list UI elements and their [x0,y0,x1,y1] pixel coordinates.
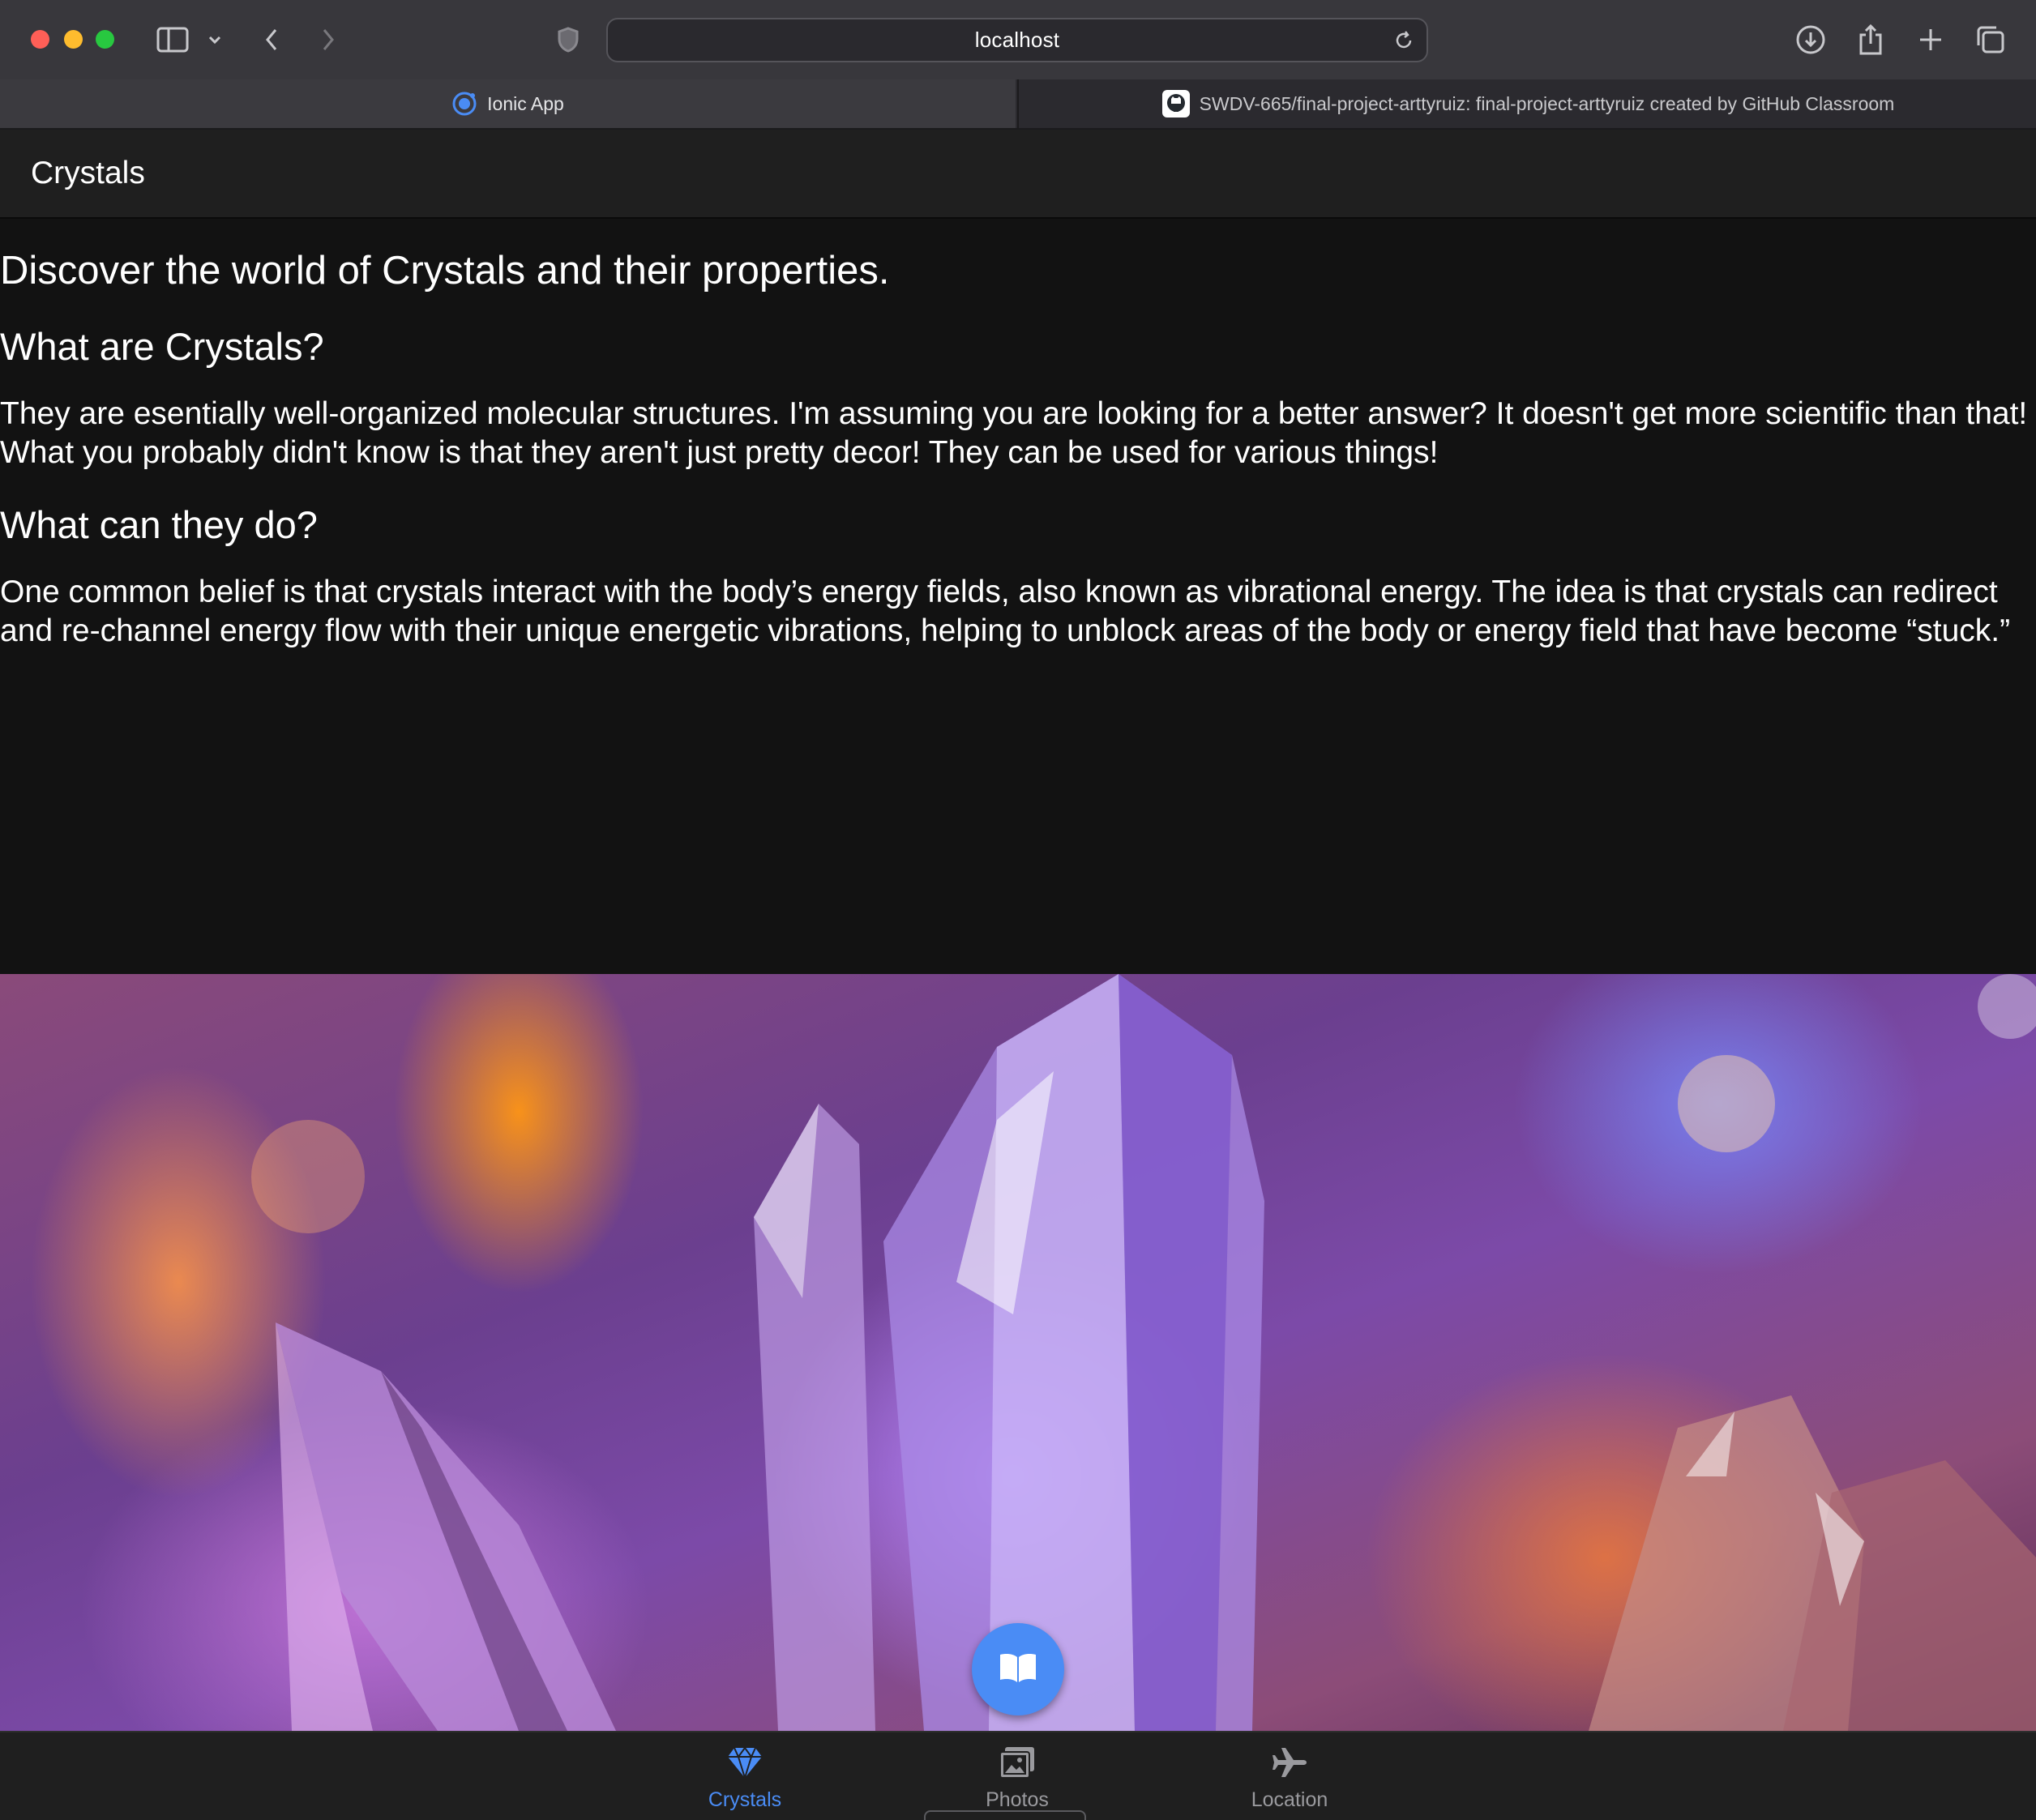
address-bar[interactable]: localhost [606,18,1428,62]
section-what-are-crystals-text: They are esentially well-organized molec… [0,396,2028,470]
url-text: localhost [974,28,1060,52]
tab-github[interactable]: SWDV-665/final-project-arttyruiz: final-… [1017,79,2036,128]
tab-crystals[interactable]: Crystals [656,1745,834,1818]
github-icon [1161,90,1190,117]
fab-book-button[interactable] [972,1623,1064,1715]
tab-photos[interactable]: Photos [928,1745,1106,1818]
book-icon [997,1650,1039,1690]
images-icon [999,1745,1036,1784]
back-arrow-icon[interactable] [258,21,285,58]
tab-ionic-app[interactable]: Ionic App [0,79,1016,128]
crystal-image [0,974,2036,1731]
chevron-down-icon[interactable] [204,21,225,58]
share-icon[interactable] [1853,21,1888,58]
airplane-icon [1271,1745,1308,1784]
app-header: Crystals [0,130,2036,219]
sidebar-toggle-icon[interactable] [154,21,191,58]
tab-label: SWDV-665/final-project-arttyruiz: final-… [1199,92,1895,114]
browser-tab-bar: Ionic App SWDV-665/final-project-arttyru… [0,79,2036,130]
zoom-window-button[interactable] [96,30,114,49]
browser-toolbar: localhost [0,0,2036,79]
tab-label: Ionic App [487,92,564,114]
page-title: Crystals [31,156,145,190]
download-icon[interactable] [1793,21,1829,58]
home-indicator [924,1810,1086,1820]
intro-heading: Discover the world of Crystals and their… [0,249,890,293]
tab-location[interactable]: Location [1200,1745,1379,1818]
minimize-window-button[interactable] [64,30,83,49]
tab-location-label: Location [1251,1788,1328,1811]
bottom-tab-bar: Crystals Photos Location [0,1731,2036,1820]
ionic-logo-icon [451,91,477,117]
tab-photos-label: Photos [986,1788,1049,1811]
close-window-button[interactable] [31,30,49,49]
new-tab-icon[interactable] [1913,21,1948,58]
forward-arrow-icon[interactable] [314,21,342,58]
diamond-icon [726,1745,764,1784]
tab-overview-icon[interactable] [1973,21,2008,58]
tab-crystals-label: Crystals [708,1788,782,1811]
section-what-can-they-do-text: One common belief is that crystals inter… [0,575,2011,648]
shield-icon[interactable] [554,21,582,58]
reload-icon[interactable] [1392,29,1415,56]
section-what-can-they-do-title: What can they do? [0,503,318,546]
section-what-are-crystals-title: What are Crystals? [0,325,324,368]
main-content: Discover the world of Crystals and their… [0,219,2036,974]
